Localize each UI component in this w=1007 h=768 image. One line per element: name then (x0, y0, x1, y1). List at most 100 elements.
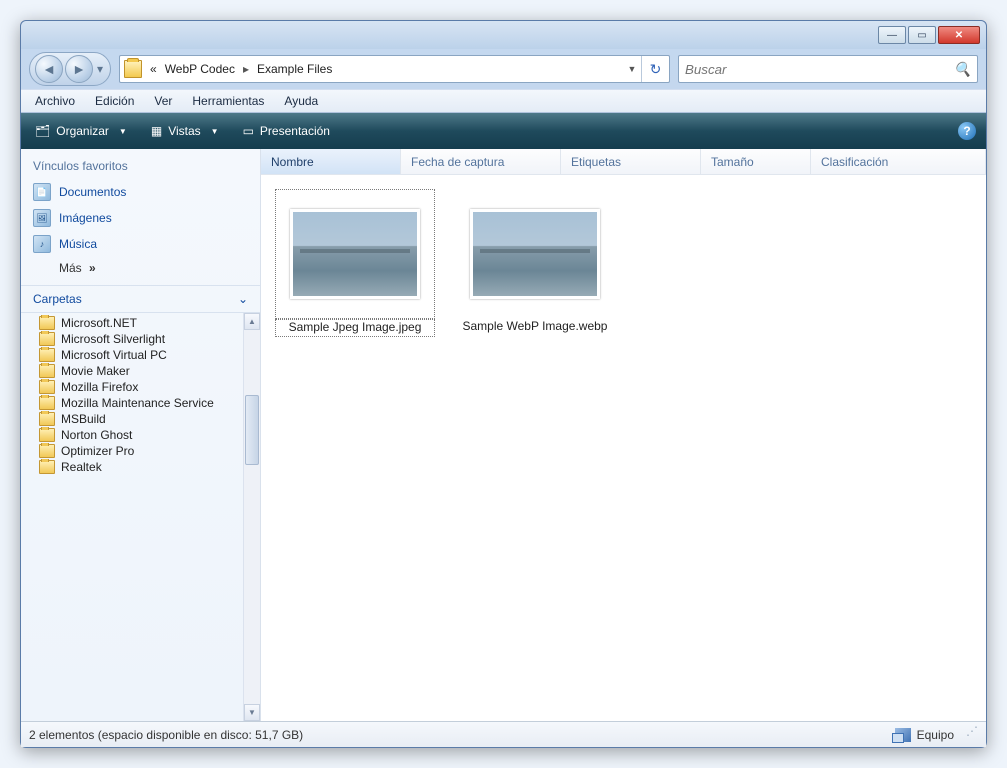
file-name: Sample WebP Image.webp (455, 319, 615, 333)
sidebar-more[interactable]: Más » (33, 257, 248, 275)
nav-history-dropdown[interactable]: ▾ (94, 62, 106, 76)
document-icon: 📄 (33, 183, 51, 201)
folder-icon (39, 460, 55, 474)
folder-icon (124, 60, 142, 78)
scroll-down-button[interactable]: ▼ (244, 704, 260, 721)
folder-label: Realtek (61, 460, 102, 474)
sidebar-more-label: Más (59, 261, 82, 275)
maximize-button[interactable]: ▭ (908, 26, 936, 44)
folder-tree-item[interactable]: MSBuild (21, 411, 243, 427)
files-area[interactable]: Sample Jpeg Image.jpeg Sample WebP Image.… (261, 175, 986, 721)
scroll-thumb[interactable] (245, 395, 259, 465)
refresh-icon: ↻ (650, 61, 662, 78)
file-name: Sample Jpeg Image.jpeg (276, 320, 434, 334)
folder-tree-item[interactable]: Norton Ghost (21, 427, 243, 443)
folder-tree-item[interactable]: Mozilla Firefox (21, 379, 243, 395)
thumbnail (470, 209, 600, 299)
column-date[interactable]: Fecha de captura (401, 149, 561, 174)
scroll-up-button[interactable]: ▲ (244, 313, 260, 330)
scrollbar-vertical[interactable]: ▲ ▼ (243, 313, 260, 721)
thumbnail-box (275, 189, 435, 319)
music-icon: ♪ (33, 235, 51, 253)
menu-edit[interactable]: Edición (85, 90, 144, 112)
folders-header[interactable]: Carpetas ⌄ (21, 285, 260, 312)
column-tags[interactable]: Etiquetas (561, 149, 701, 174)
sidebar-item-documents[interactable]: 📄 Documentos (33, 179, 248, 205)
menu-file[interactable]: Archivo (25, 90, 85, 112)
file-item[interactable]: Sample Jpeg Image.jpeg (275, 189, 435, 337)
breadcrumb-prefix: « (146, 56, 161, 82)
folder-tree-item[interactable]: Microsoft.NET (21, 315, 243, 331)
sidebar-item-label: Documentos (59, 185, 126, 199)
file-item[interactable]: Sample WebP Image.webp (455, 189, 615, 333)
sidebar-item-music[interactable]: ♪ Música (33, 231, 248, 257)
column-rating[interactable]: Clasificación (811, 149, 986, 174)
folder-icon (39, 428, 55, 442)
arrow-left-icon: ◄ (42, 61, 56, 77)
folder-label: Norton Ghost (61, 428, 132, 442)
chevron-right-icon: » (89, 261, 95, 275)
search-input[interactable] (685, 62, 954, 77)
folder-tree-item[interactable]: Optimizer Pro (21, 443, 243, 459)
refresh-button[interactable]: ↻ (641, 56, 669, 82)
folder-label: MSBuild (61, 412, 106, 426)
body-area: Vínculos favoritos 📄 Documentos 🖼 Imágen… (21, 149, 986, 721)
folder-icon (39, 396, 55, 410)
statusbar: 2 elementos (espacio disponible en disco… (21, 721, 986, 747)
folder-tree-item[interactable]: Mozilla Maintenance Service (21, 395, 243, 411)
sidebar: Vínculos favoritos 📄 Documentos 🖼 Imágen… (21, 149, 261, 721)
menu-view[interactable]: Ver (144, 90, 182, 112)
back-button[interactable]: ◄ (35, 55, 63, 83)
chevron-right-icon[interactable]: ▸ (239, 62, 253, 76)
column-size[interactable]: Tamaño (701, 149, 811, 174)
menu-help[interactable]: Ayuda (274, 90, 328, 112)
thumbnail-image (473, 212, 597, 296)
address-dropdown[interactable]: ▼ (623, 64, 641, 74)
folder-icon (39, 348, 55, 362)
explorer-window: — ▭ ✕ ◄ ► ▾ « WebP Codec ▸ Example Files… (20, 20, 987, 748)
folder-tree-item[interactable]: Realtek (21, 459, 243, 475)
navbar: ◄ ► ▾ « WebP Codec ▸ Example Files ▼ ↻ 🔍 (21, 49, 986, 89)
breadcrumb-segment[interactable]: WebP Codec (161, 56, 239, 82)
command-toolbar: 🗂 Organizar ▼ ▦ Vistas ▼ ▭ Presentación … (21, 113, 986, 149)
content-pane: Nombre Fecha de captura Etiquetas Tamaño… (261, 149, 986, 721)
thumbnail (290, 209, 420, 299)
address-bar[interactable]: « WebP Codec ▸ Example Files ▼ ↻ (119, 55, 670, 83)
folder-icon (39, 316, 55, 330)
menu-tools[interactable]: Herramientas (182, 90, 274, 112)
thumbnail-image (293, 212, 417, 296)
folder-icon (39, 332, 55, 346)
breadcrumb-segment[interactable]: Example Files (253, 56, 336, 82)
folder-tree-item[interactable]: Microsoft Silverlight (21, 331, 243, 347)
chevron-down-icon: ▼ (211, 127, 219, 136)
views-label: Vistas (168, 124, 200, 138)
organize-button[interactable]: 🗂 Organizar ▼ (31, 113, 131, 149)
status-left: 2 elementos (espacio disponible en disco… (29, 728, 303, 742)
help-button[interactable]: ? (958, 122, 976, 140)
views-button[interactable]: ▦ Vistas ▼ (147, 113, 223, 149)
resize-grip[interactable]: ⋰ (964, 728, 978, 742)
folder-tree-item[interactable]: Microsoft Virtual PC (21, 347, 243, 363)
search-box[interactable]: 🔍 (678, 55, 978, 83)
close-button[interactable]: ✕ (938, 26, 980, 44)
folder-label: Mozilla Maintenance Service (61, 396, 214, 410)
organize-label: Organizar (56, 124, 109, 138)
column-headers: Nombre Fecha de captura Etiquetas Tamaño… (261, 149, 986, 175)
folder-tree-item[interactable]: Movie Maker (21, 363, 243, 379)
forward-button[interactable]: ► (65, 55, 93, 83)
search-icon[interactable]: 🔍 (954, 61, 971, 78)
folder-icon (39, 380, 55, 394)
folder-icon (39, 364, 55, 378)
folder-icon (39, 444, 55, 458)
column-name[interactable]: Nombre (261, 149, 401, 174)
computer-icon (895, 728, 911, 742)
menubar: Archivo Edición Ver Herramientas Ayuda (21, 89, 986, 113)
slideshow-icon: ▭ (243, 124, 254, 138)
folder-label: Movie Maker (61, 364, 130, 378)
slideshow-button[interactable]: ▭ Presentación (239, 113, 334, 149)
thumbnail-box (455, 189, 615, 319)
minimize-button[interactable]: — (878, 26, 906, 44)
sidebar-item-pictures[interactable]: 🖼 Imágenes (33, 205, 248, 231)
folder-icon (39, 412, 55, 426)
scroll-track[interactable] (244, 330, 260, 704)
